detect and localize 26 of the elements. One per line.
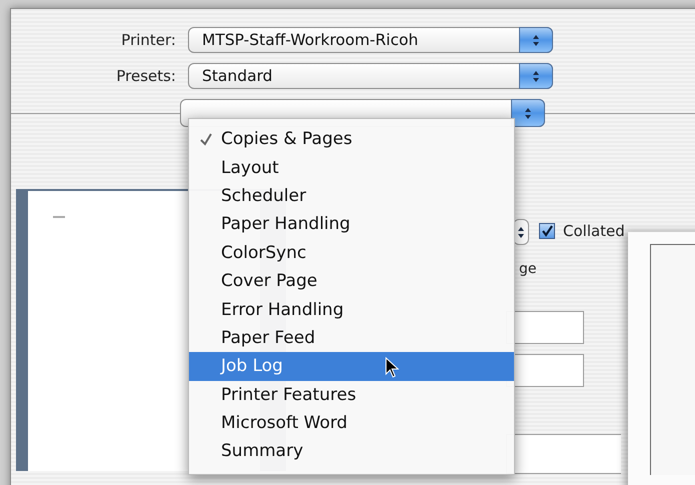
up-down-arrows-icon: [532, 34, 540, 46]
menu-item[interactable]: Microsoft Word: [189, 408, 514, 438]
presets-label: Presets:: [115, 67, 177, 85]
mouse-pointer-icon: [385, 357, 399, 379]
checkmark-icon: [541, 225, 553, 237]
menu-item[interactable]: Job Log: [189, 352, 514, 381]
up-down-arrows-icon: [532, 70, 540, 82]
tiny-text-line: [53, 216, 65, 218]
menu-item[interactable]: Summary: [189, 437, 514, 466]
presets-popup[interactable]: Standard: [188, 63, 553, 89]
menu-item[interactable]: Paper Handling: [189, 210, 514, 239]
printer-popup[interactable]: MTSP-Staff-Workroom-Ricoh: [188, 27, 553, 53]
up-down-arrows-icon: [517, 226, 525, 238]
printer-label: Printer:: [120, 31, 177, 49]
menu-item[interactable]: Copies & Pages: [189, 125, 514, 154]
menu-item[interactable]: Cover Page: [189, 266, 514, 296]
menu-item[interactable]: Layout: [189, 153, 514, 182]
up-down-arrows-icon: [524, 106, 532, 120]
menu-item[interactable]: Printer Features: [189, 380, 514, 409]
collated-checkbox[interactable]: Collated: [539, 222, 625, 240]
current-page-label: ge: [519, 261, 536, 277]
menu-item[interactable]: Error Handling: [189, 295, 514, 324]
menu-item[interactable]: ColorSync: [189, 238, 514, 267]
menu-item[interactable]: Scheduler: [189, 182, 514, 210]
checkmark-icon: [199, 132, 213, 146]
menu-item[interactable]: Paper Feed: [189, 324, 514, 352]
